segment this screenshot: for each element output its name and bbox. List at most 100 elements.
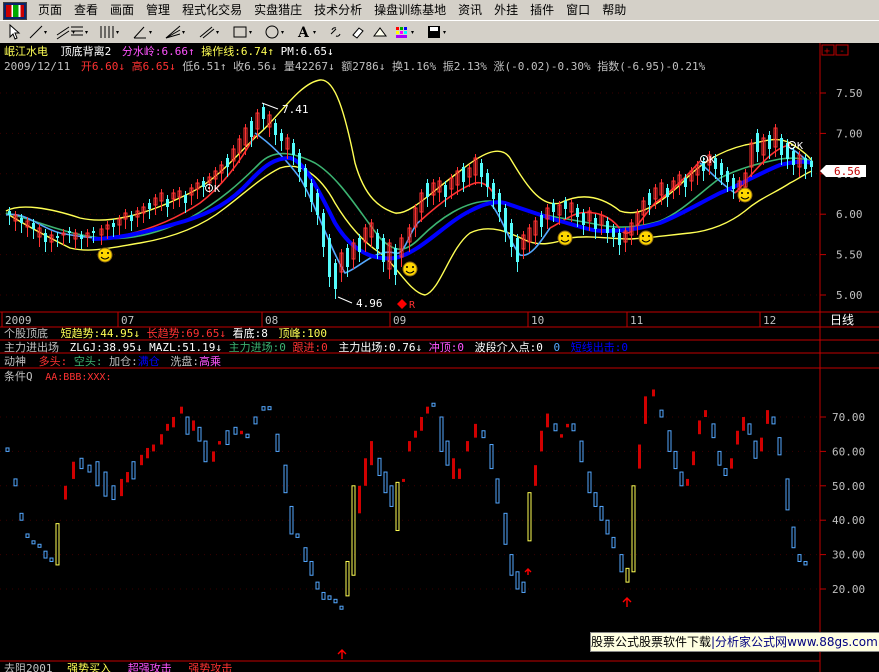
osc-bar-red (364, 458, 367, 486)
osc-bar-red (534, 465, 537, 486)
osc-bar-red (652, 389, 655, 397)
time-tick-label: 08 (265, 314, 278, 327)
osc-bar-red (466, 441, 469, 452)
app-logo-icon[interactable] (3, 2, 27, 20)
menu-item-2[interactable]: 画面 (104, 1, 140, 20)
svg-text:K: K (214, 184, 220, 195)
pm-label: PM: (281, 45, 301, 58)
osc-bar-red (766, 410, 769, 424)
czx-arrow: ↑ (267, 45, 274, 58)
link-icon[interactable] (326, 23, 346, 41)
candle-body-down (44, 233, 47, 242)
save-icon[interactable] (424, 23, 452, 41)
bars-icon[interactable] (96, 23, 124, 41)
buy-signal-smiley (638, 230, 654, 246)
fan-icon[interactable] (162, 23, 190, 41)
candle-body-down (510, 223, 513, 247)
text-icon[interactable]: A (294, 23, 320, 41)
fib-icon[interactable] (66, 23, 92, 41)
line-icon[interactable] (26, 23, 50, 41)
main-title-line: 岷江水电 顶底背离2 分水岭:6.66↑ 操作线:6.74↑ PM:6.65↓ (4, 44, 334, 58)
period-label[interactable]: 日线 (830, 313, 854, 327)
menu-item-7[interactable]: 操盘训练基地 (368, 1, 452, 20)
osc-bar-red (638, 444, 641, 469)
candle-body-down (648, 193, 651, 205)
osc-tick-label: 50.00 (832, 480, 865, 493)
osc-bar-red (704, 410, 707, 417)
panel2-title: 个股顶底 短趋势:44.95↓ 长趋势:69.65↓ 看底:8 顶峰:100 (4, 326, 327, 340)
menu-item-0[interactable]: 页面 (32, 1, 68, 20)
menu-item-3[interactable]: 管理 (140, 1, 176, 20)
menu-item-4[interactable]: 程式化交易 (176, 1, 248, 20)
r-marker-label: R (409, 300, 416, 311)
candle-body-down (56, 236, 59, 238)
candle-body-down (322, 213, 325, 247)
candle-body-down (426, 183, 429, 197)
open-value: 6.60 (92, 60, 119, 73)
pointer-icon[interactable] (4, 23, 24, 41)
osc-bar-red (414, 430, 417, 438)
high-value: 6.65 (143, 60, 170, 73)
price-tick-label: 7.00 (836, 127, 863, 140)
osc-bar-red (560, 434, 563, 438)
osc-bar-red (180, 406, 183, 414)
osc-bar-red (408, 441, 411, 452)
osc-bar-red (358, 485, 361, 514)
candle-body-down (732, 178, 735, 189)
open-label: 开 (81, 60, 92, 73)
buy-signal-smiley (97, 247, 113, 263)
angle-icon[interactable] (130, 23, 156, 41)
candle-body-down (594, 218, 597, 229)
vol-value: 42267 (295, 60, 328, 73)
ellipse-icon[interactable] (262, 23, 288, 41)
buy-signal-smiley (737, 187, 753, 203)
eraser-icon[interactable] (348, 23, 368, 41)
menu-item-5[interactable]: 实盘猎庄 (248, 1, 308, 20)
osc-bar-red (126, 472, 129, 483)
menu-item-6[interactable]: 技术分析 (308, 1, 368, 20)
candle-body-down (334, 263, 337, 289)
vol-label: 量 (284, 60, 295, 73)
candle-body-down (328, 238, 331, 277)
candle-body-down (262, 107, 265, 119)
osc-bar-red (420, 417, 423, 431)
menu-item-12[interactable]: 帮助 (596, 1, 632, 20)
candle-body-down (720, 163, 723, 175)
amp-label: 振 (443, 59, 454, 73)
candle-body-down (666, 188, 669, 197)
fsl-arrow: ↑ (188, 45, 195, 58)
menu-item-11[interactable]: 窗口 (560, 1, 596, 20)
osc-bar-red (692, 451, 695, 466)
open-arrow: ↓ (118, 60, 125, 73)
candle-body-down (810, 161, 813, 167)
quote-date: 2009/12/11 (4, 60, 70, 73)
svg-text:A: A (297, 25, 310, 40)
menu-item-10[interactable]: 插件 (524, 1, 560, 20)
stock-name: 岷江水电 (4, 45, 48, 58)
price-tick-label: 7.50 (836, 87, 863, 100)
zoom-out-icon: - (839, 46, 845, 57)
stock-chart[interactable]: + - 岷江水电 顶底背离2 分水岭:6.66↑ 操作线:6.74↑ PM:6.… (0, 43, 879, 672)
high-annotation: 7.41 (282, 103, 309, 116)
osc-bar-red (172, 417, 175, 428)
amp-value: 2.13% (454, 60, 487, 73)
buy-signal-smiley (402, 261, 418, 277)
menu-item-8[interactable]: 资讯 (452, 1, 488, 20)
rect-icon[interactable] (230, 23, 256, 41)
multi-line-icon[interactable] (196, 23, 224, 41)
candle-body-down (184, 195, 187, 203)
color-icon[interactable] (392, 23, 420, 41)
menu-item-9[interactable]: 外挂 (488, 1, 524, 20)
czx-label: 操作线: (201, 44, 241, 58)
ad-text-2: |分析家公式网 (711, 635, 788, 649)
shape-icon[interactable] (370, 23, 390, 41)
candle-body-down (80, 235, 83, 239)
ad-banner[interactable]: 股票公式股票软件下载|分析家公式网www.88gs.com| (590, 632, 879, 652)
osc-bar-red (698, 420, 701, 435)
time-tick-label: 10 (531, 314, 544, 327)
ad-text-3: www.88gs.com| (787, 635, 879, 649)
turn-label: 换 (392, 59, 403, 73)
osc-bar-red (192, 420, 195, 431)
menu-item-1[interactable]: 查看 (68, 1, 104, 20)
osc-bar-red (686, 478, 689, 486)
